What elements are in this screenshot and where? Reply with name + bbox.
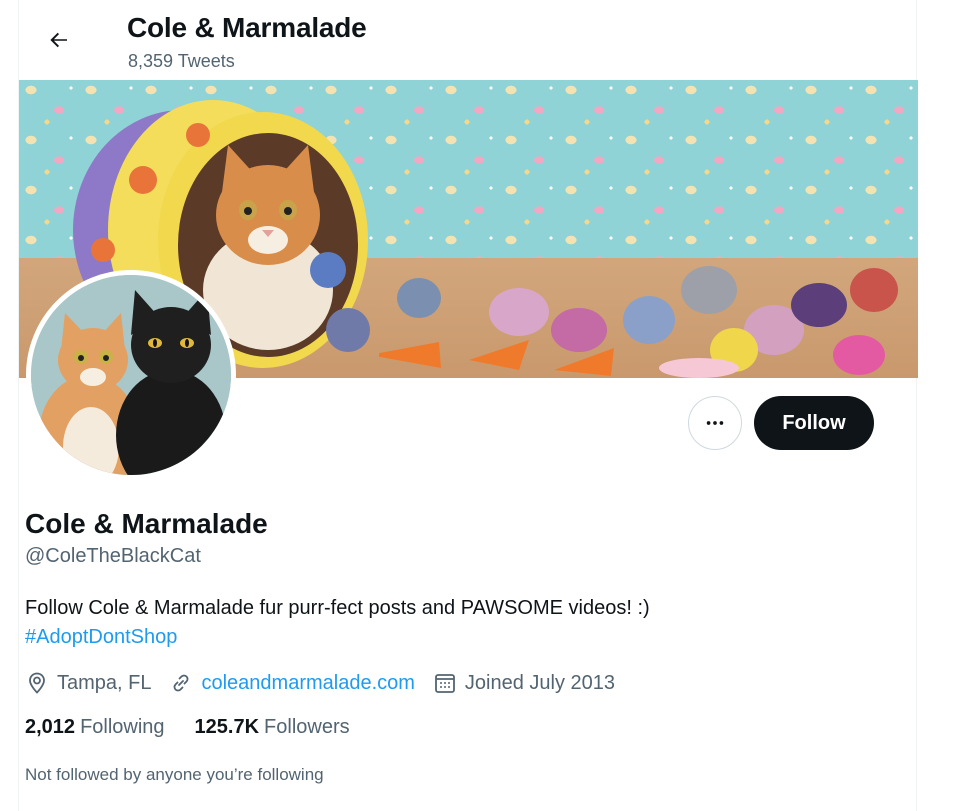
profile-meta: Tampa, FL coleandmarmalade.com Joined Ju… <box>25 668 633 698</box>
profile-header-bar: Cole & Marmalade 8,359 Tweets <box>19 0 918 80</box>
profile-stats: 2,012 Following 125.7K Followers <box>25 716 380 739</box>
followers-label: Followers <box>264 716 350 738</box>
header-title: Cole & Marmalade <box>127 12 367 43</box>
bio-hashtag-link[interactable]: #AdoptDontShop <box>25 623 177 652</box>
location-text: Tampa, FL <box>57 671 152 694</box>
tweet-count: 8,359 Tweets <box>128 51 235 71</box>
arrow-left-icon <box>50 32 67 48</box>
joined-item: Joined July 2013 <box>433 671 615 695</box>
following-label: Following <box>80 716 165 738</box>
website-link[interactable]: coleandmarmalade.com <box>201 672 414 695</box>
mutual-followers-note: Not followed by anyone you’re following <box>25 765 324 784</box>
location-item: Tampa, FL <box>25 671 151 695</box>
more-options-button[interactable] <box>688 396 742 450</box>
following-count: 2,012 <box>25 716 76 738</box>
link-icon <box>174 674 189 692</box>
back-button[interactable] <box>39 20 79 60</box>
avatar-cats-image <box>31 275 231 475</box>
followers-count: 125.7K <box>194 716 260 738</box>
profile-display-name: Cole & Marmalade <box>25 508 268 539</box>
bio-text: Follow Cole & Marmalade fur purr-fect po… <box>25 597 650 619</box>
profile-handle: @ColeTheBlackCat <box>25 545 201 567</box>
calendar-icon <box>435 674 455 693</box>
profile-bio: Follow Cole & Marmalade fur purr-fect po… <box>25 594 650 652</box>
follow-button[interactable]: Follow <box>754 396 874 450</box>
banner-yarn-toys <box>379 266 898 378</box>
more-horizontal-icon <box>706 421 724 425</box>
profile-avatar[interactable] <box>26 270 236 480</box>
joined-text: Joined July 2013 <box>464 671 616 694</box>
location-pin-icon <box>29 672 45 694</box>
website-item: coleandmarmalade.com <box>169 671 415 695</box>
following-link[interactable]: 2,012 Following <box>25 716 165 739</box>
followers-link[interactable]: 125.7K Followers <box>195 716 350 739</box>
